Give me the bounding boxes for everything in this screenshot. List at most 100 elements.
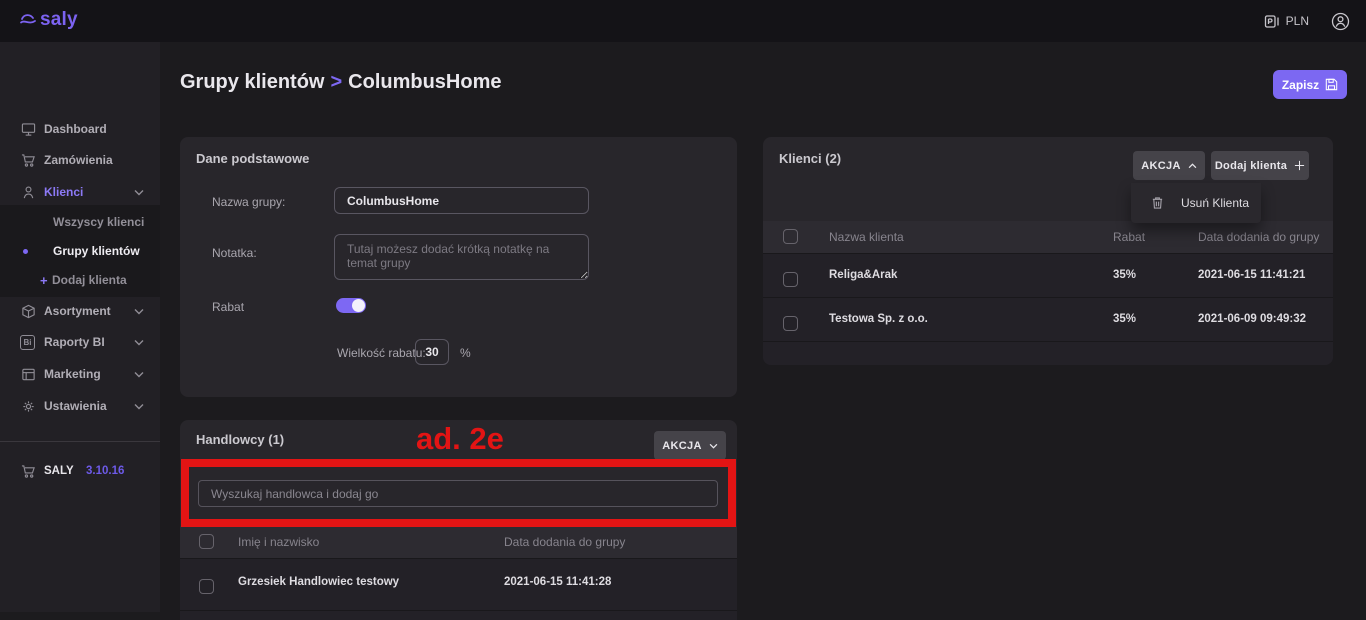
save-button-label: Zapisz bbox=[1282, 78, 1319, 92]
table-row[interactable]: Grzesiek Handlowiec testowy 2021-06-15 1… bbox=[180, 558, 737, 610]
user-icon bbox=[20, 184, 36, 200]
sidebar-subitem-label: Grupy klientów bbox=[53, 244, 140, 258]
sidebar-item-label: Dashboard bbox=[44, 122, 107, 136]
sidebar-item-raporty-bi[interactable]: Bi Raporty BI bbox=[0, 327, 160, 357]
breadcrumb: Grupy klientów>ColumbusHome bbox=[180, 71, 502, 94]
table-filler bbox=[763, 341, 1333, 365]
sidebar-subitem-label: Dodaj klienta bbox=[52, 273, 127, 287]
notatka-label: Notatka: bbox=[212, 246, 257, 260]
klienci-table-header: Nazwa klienta Rabat Data dodania do grup… bbox=[763, 221, 1333, 253]
sidebar-subitem-dodaj-klienta[interactable]: + Dodaj klienta bbox=[0, 266, 160, 294]
sidebar-item-label: Zamówienia bbox=[44, 153, 113, 167]
nazwa-grupy-label: Nazwa grupy: bbox=[212, 195, 285, 209]
sidebar-item-dashboard[interactable]: Dashboard bbox=[0, 114, 160, 144]
plus-icon: + bbox=[40, 273, 48, 288]
table-row[interactable]: Testowa Sp. z o.o. 35% 2021-06-09 09:49:… bbox=[763, 297, 1333, 341]
row-checkbox[interactable] bbox=[199, 579, 214, 594]
panel-title: Dane podstawowe bbox=[196, 151, 309, 166]
sidebar-divider bbox=[0, 441, 160, 442]
sidebar-item-label: Ustawienia bbox=[44, 399, 107, 413]
monitor-icon bbox=[20, 121, 36, 137]
usun-klienta-menu-item[interactable]: Usuń Klienta bbox=[1181, 196, 1249, 210]
currency-label: PLN bbox=[1286, 14, 1309, 28]
akcja-dropdown-menu: Usuń Klienta bbox=[1131, 183, 1261, 223]
sidebar-item-label: Marketing bbox=[44, 367, 101, 381]
sidebar-item-ustawienia[interactable]: Ustawienia bbox=[0, 391, 160, 421]
breadcrumb-separator: > bbox=[324, 71, 348, 93]
handlowiec-search-input[interactable] bbox=[198, 480, 718, 507]
column-header: Imię i nazwisko bbox=[238, 535, 319, 549]
akcja-button-label: AKCJA bbox=[1141, 160, 1180, 172]
chevron-up-icon bbox=[1188, 163, 1197, 169]
trash-icon bbox=[1151, 196, 1164, 210]
user-avatar-icon[interactable] bbox=[1331, 12, 1350, 31]
column-header: Data dodania do grupy bbox=[504, 535, 625, 549]
chevron-down-icon bbox=[134, 308, 144, 315]
app-version: SALY 3.10.16 bbox=[0, 456, 160, 486]
breadcrumb-current: ColumbusHome bbox=[348, 71, 501, 93]
currency-icon bbox=[1264, 14, 1280, 29]
row-checkbox[interactable] bbox=[783, 272, 798, 287]
sidebar-subitem-label: Wszyscy klienci bbox=[53, 215, 144, 229]
sidebar-item-zamowienia[interactable]: Zamówienia bbox=[0, 145, 160, 175]
cell-nazwa-klienta: Religa&Arak bbox=[829, 269, 897, 281]
save-button[interactable]: Zapisz bbox=[1273, 70, 1347, 99]
currency-selector[interactable]: PLN bbox=[1264, 14, 1309, 29]
cell-data-dodania: 2021-06-09 09:49:32 bbox=[1198, 313, 1306, 325]
wielkosc-rabatu-label: Wielkość rabatu: bbox=[337, 346, 426, 360]
saly-logo-icon bbox=[18, 10, 38, 30]
chevron-down-icon bbox=[134, 403, 144, 410]
rabat-toggle[interactable] bbox=[336, 298, 366, 313]
saly-logo[interactable]: saly bbox=[18, 9, 78, 31]
window-chart-icon bbox=[20, 366, 36, 382]
sidebar-item-klienci[interactable]: Klienci bbox=[0, 177, 160, 207]
select-all-checkbox[interactable] bbox=[199, 534, 214, 549]
akcja-button[interactable]: AKCJA bbox=[654, 431, 726, 460]
sidebar-subitem-grupy-klientow[interactable]: Grupy klientów bbox=[0, 237, 160, 265]
cell-rabat: 35% bbox=[1113, 269, 1136, 281]
bi-icon: Bi bbox=[20, 335, 35, 350]
box-icon bbox=[20, 303, 36, 319]
notatka-textarea[interactable] bbox=[334, 234, 589, 280]
version-number: 3.10.16 bbox=[86, 465, 124, 477]
sidebar-item-marketing[interactable]: Marketing bbox=[0, 359, 160, 389]
wielkosc-rabatu-input[interactable] bbox=[415, 339, 449, 365]
bi-icon-glyph: Bi bbox=[24, 338, 32, 347]
dodaj-klienta-button[interactable]: Dodaj klienta bbox=[1211, 151, 1309, 180]
panel-title: Klienci (2) bbox=[779, 151, 841, 166]
nazwa-grupy-input[interactable] bbox=[334, 187, 589, 214]
cell-data-dodania: 2021-06-15 11:41:28 bbox=[504, 576, 611, 588]
chevron-down-icon bbox=[134, 339, 144, 346]
breadcrumb-parent[interactable]: Grupy klientów bbox=[180, 71, 324, 93]
table-row[interactable]: Religa&Arak 35% 2021-06-15 11:41:21 bbox=[763, 253, 1333, 297]
akcja-button[interactable]: AKCJA bbox=[1133, 151, 1205, 180]
cell-imie-nazwisko: Grzesiek Handlowiec testowy bbox=[238, 576, 399, 588]
handlowcy-table-header: Imię i nazwisko Data dodania do grupy bbox=[180, 526, 737, 558]
column-header: Nazwa klienta bbox=[829, 230, 904, 244]
floppy-disk-icon bbox=[1325, 78, 1338, 91]
dane-podstawowe-panel: Dane podstawowe Nazwa grupy: Notatka: Ra… bbox=[180, 137, 737, 397]
chevron-down-icon bbox=[134, 371, 144, 378]
sidebar-item-asortyment[interactable]: Asortyment bbox=[0, 296, 160, 326]
chevron-down-icon bbox=[709, 443, 718, 449]
sidebar-item-label: Klienci bbox=[44, 185, 83, 199]
percent-suffix: % bbox=[460, 346, 471, 360]
select-all-checkbox[interactable] bbox=[783, 229, 798, 244]
cell-data-dodania: 2021-06-15 11:41:21 bbox=[1198, 269, 1305, 281]
column-header: Data dodania do grupy bbox=[1198, 230, 1319, 244]
cart-icon bbox=[20, 152, 36, 168]
cell-nazwa-klienta: Testowa Sp. z o.o. bbox=[829, 313, 928, 325]
sidebar-item-label: Raporty BI bbox=[44, 335, 105, 349]
sidebar-subitem-wszyscy-klienci[interactable]: Wszyscy klienci bbox=[0, 208, 160, 236]
cell-rabat: 35% bbox=[1113, 313, 1136, 325]
chevron-down-icon bbox=[134, 189, 144, 196]
panel-title: Handlowcy (1) bbox=[196, 432, 284, 447]
active-dot-icon bbox=[23, 249, 28, 254]
handlowcy-panel: Handlowcy (1) AKCJA Imię i nazwisko Data… bbox=[180, 420, 737, 620]
row-checkbox[interactable] bbox=[783, 316, 798, 331]
saly-logo-text: saly bbox=[40, 9, 78, 31]
plus-icon bbox=[1294, 160, 1305, 171]
rabat-label: Rabat bbox=[212, 300, 244, 314]
app-name: SALY bbox=[44, 465, 74, 477]
klienci-panel: Klienci (2) AKCJA Dodaj klienta Usuń Kli… bbox=[763, 137, 1333, 365]
